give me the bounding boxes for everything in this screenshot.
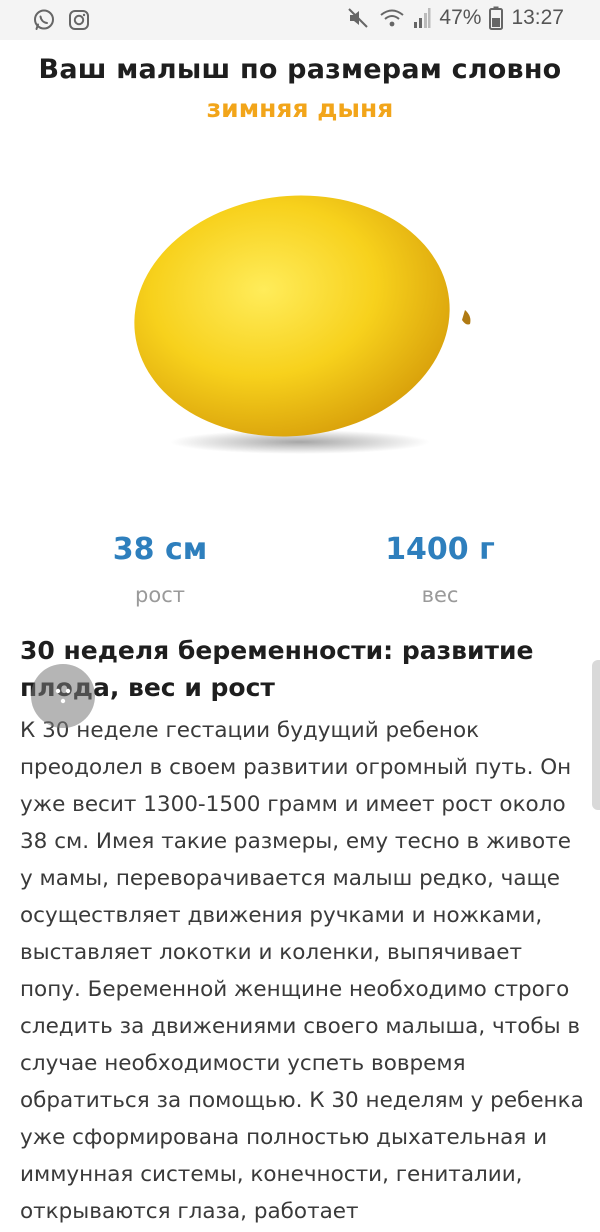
whatsapp-icon (32, 8, 56, 32)
weight-value: 1400 г (385, 532, 495, 567)
battery-percent: 47% (439, 6, 482, 29)
floating-menu-button[interactable] (31, 664, 95, 728)
fruit-name: зимняя дыня (206, 94, 394, 123)
weight-stat: 1400 г вес (320, 532, 560, 607)
article-body: К 30 неделе гестации будущий ребенок пре… (20, 718, 584, 1224)
article-title: 30 неделя беременности: развитие плода, … (20, 636, 534, 702)
instagram-icon (68, 9, 90, 31)
scroll-handle[interactable] (592, 660, 600, 810)
clock: 13:27 (511, 6, 564, 29)
more-icon (55, 688, 71, 704)
page-title: Ваш малыш по размерам словно (38, 54, 562, 85)
mute-icon (347, 7, 371, 29)
height-stat: 38 см рост (40, 532, 280, 607)
status-bar: 47% 13:27 (0, 0, 600, 40)
battery-icon (489, 6, 504, 30)
melon-image (120, 170, 480, 490)
signal-icon (413, 7, 431, 29)
wifi-icon (379, 7, 405, 29)
weight-label: вес (421, 583, 459, 607)
height-label: рост (135, 583, 185, 607)
height-value: 38 см (112, 532, 208, 567)
